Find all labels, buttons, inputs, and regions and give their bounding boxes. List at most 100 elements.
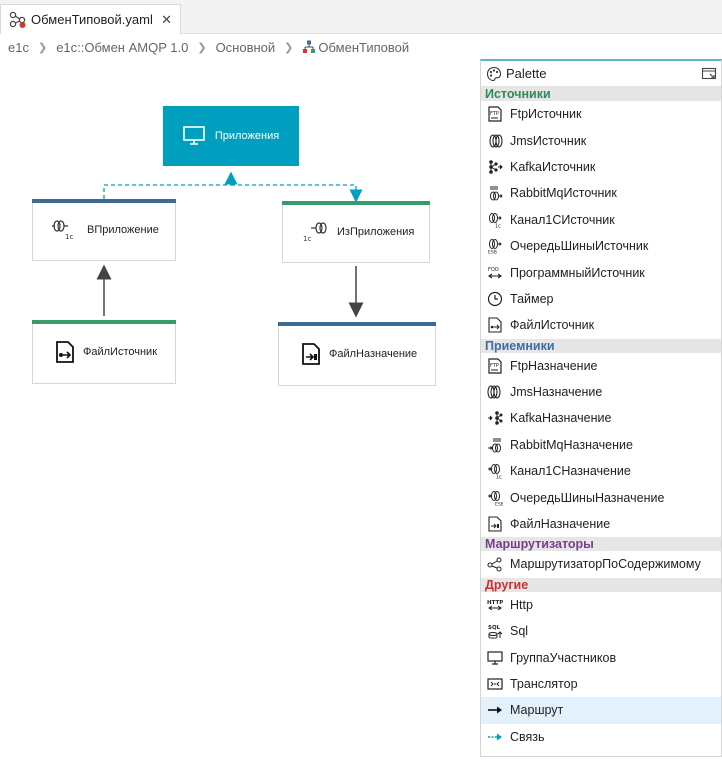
palette-item-label: FtpИсточник [510, 107, 582, 122]
palette-item-label: Маршрут [510, 703, 564, 718]
rabbitmq-icon [488, 437, 501, 453]
node-file-source[interactable]: ФайлИсточник [32, 320, 176, 384]
rabbitmq-icon [490, 186, 503, 201]
palette-item-label: Таймер [510, 291, 554, 306]
palette-item-label: ФайлИсточник [510, 318, 595, 333]
file-destination-icon [302, 343, 320, 365]
palette-header: Palette [481, 61, 721, 87]
palette-item-route[interactable]: Маршрут [481, 697, 721, 724]
channel-1c-icon: 1c [489, 212, 502, 228]
palette-item-label: KafkaИсточник [510, 159, 596, 174]
palette-item-http[interactable]: HTTP Http [481, 592, 721, 618]
svg-text:FTP: FTP [490, 363, 499, 369]
palette-item-kafka-destination[interactable]: KafkaНазначение [481, 405, 721, 431]
palette-item-ftp-source[interactable]: FTP FtpИсточник [481, 101, 721, 127]
palette-item-label: Канал1СНазначение [510, 464, 631, 479]
hide-palette-icon[interactable] [701, 66, 717, 82]
palette-item-file-source[interactable]: ФайлИсточник [481, 312, 721, 338]
palette-item-participants-group[interactable]: ГруппаУчастников [481, 644, 721, 670]
sql-icon: SQL [488, 625, 503, 639]
palette-item-ftp-destination[interactable]: FTP FtpНазначение [481, 353, 721, 379]
kafka-icon [488, 411, 503, 426]
monitor-icon [183, 126, 205, 145]
palette-item-label: ОчередьШиныНазначение [510, 490, 665, 505]
svg-text:FTP: FTP [490, 111, 499, 117]
svg-text:ESB: ESB [488, 250, 497, 255]
palette-item-translator[interactable]: Транслятор [481, 671, 721, 697]
palette-item-label: JmsИсточник [510, 133, 587, 148]
ftp-icon: FTP [488, 358, 502, 374]
palette-item-rabbitmq-source[interactable]: RabbitMqИсточник [481, 180, 721, 206]
node-label: Приложения [214, 130, 280, 142]
palette-category-sources[interactable]: Источники [481, 87, 721, 101]
file-source-icon [488, 317, 502, 333]
palette-item-label: ГруппаУчастников [510, 650, 617, 665]
palette-item-link[interactable]: Связь [481, 724, 721, 750]
node-label: ИзПриложения [337, 226, 415, 238]
palette-item-timer[interactable]: Таймер [481, 286, 721, 312]
node-applications[interactable]: Приложения [163, 106, 299, 166]
palette-item-1c-channel-destination[interactable]: 1c Канал1СНазначение [481, 458, 721, 484]
palette-item-label: ФайлНазначение [510, 517, 611, 532]
node-file-destination[interactable]: ФайлНазначение [278, 322, 436, 386]
palette-item-file-destination[interactable]: ФайлНазначение [481, 511, 721, 537]
palette-item-1c-channel-source[interactable]: 1c Канал1СИсточник [481, 207, 721, 233]
palette-category-other[interactable]: Другие [481, 577, 721, 592]
palette-item-jms-destination[interactable]: JmsНазначение [481, 379, 721, 405]
svg-text:HTTP: HTTP [487, 600, 503, 606]
http-icon: HTTP [487, 600, 503, 611]
node-label: ВПриложение [87, 224, 159, 236]
palette-item-label: Связь [510, 729, 545, 744]
esb-icon: ESB [488, 239, 502, 255]
esb-icon: ESB [488, 490, 503, 506]
jms-icon [487, 385, 501, 399]
channel-1c-icon: 1c [488, 464, 502, 480]
palette-item-program-source[interactable]: FOO ПрограммныйИсточник [481, 259, 721, 285]
channel-1c-icon: 1c [303, 222, 327, 243]
link-apps-to-out-app[interactable] [231, 184, 363, 203]
palette-item-label: Транслятор [510, 677, 578, 691]
palette-item-sql[interactable]: SQL Sql [481, 618, 721, 644]
node-in-app[interactable]: 1c ВПриложение [32, 199, 176, 261]
palette-item-rabbitmq-destination[interactable]: RabbitMqНазначение [481, 432, 721, 458]
translator-icon [487, 678, 503, 690]
palette-item-content-router[interactable]: МаршрутизаторПоСодержимому [481, 551, 721, 577]
route-arrow-icon [488, 706, 502, 714]
svg-text:SQL: SQL [488, 625, 501, 631]
channel-1c-icon: 1c [52, 220, 73, 241]
node-label: ФайлНазначение [329, 348, 418, 360]
palette-item-label: KafkaНазначение [510, 411, 612, 426]
palette-item-bus-queue-destination[interactable]: ESB ОчередьШиныНазначение [481, 484, 721, 510]
palette-item-label: МаршрутизаторПоСодержимому [510, 557, 701, 572]
monitor-icon [487, 651, 503, 665]
palette-item-label: ПрограммныйИсточник [510, 265, 645, 280]
file-source-icon [56, 341, 74, 363]
destination-bar [32, 199, 176, 203]
jms-icon [489, 134, 503, 148]
palette-item-label: RabbitMqНазначение [510, 437, 633, 452]
program-source-icon: FOO [488, 267, 502, 278]
ftp-icon: FTP [488, 106, 502, 122]
palette-panel: Palette Источники FTP FtpИсточник JmsИст… [480, 59, 722, 757]
palette-item-label: ОчередьШиныИсточник [510, 239, 649, 254]
palette-item-label: RabbitMqИсточник [510, 186, 617, 201]
svg-text:FOO: FOO [488, 267, 499, 273]
link-in-app-to-apps[interactable] [103, 171, 238, 199]
palette-item-jms-source[interactable]: JmsИсточник [481, 127, 721, 153]
node-label: ФайлИсточник [83, 346, 158, 358]
palette-category-routers[interactable]: Маршрутизаторы [481, 537, 721, 552]
router-icon [487, 557, 502, 572]
palette-item-label: Http [510, 597, 533, 612]
clock-icon [487, 291, 503, 307]
palette-item-label: Sql [510, 624, 529, 639]
palette-item-label: Канал1СИсточник [510, 212, 615, 227]
file-destination-icon [488, 516, 502, 532]
palette-category-destinations[interactable]: Приемники [481, 338, 721, 353]
source-bar [282, 201, 430, 205]
node-out-app[interactable]: 1c ИзПриложения [282, 201, 430, 263]
svg-text:ESB: ESB [495, 501, 503, 506]
svg-text:1c: 1c [496, 475, 502, 480]
palette-item-bus-queue-source[interactable]: ESB ОчередьШиныИсточник [481, 233, 721, 259]
palette-item-kafka-source[interactable]: KafkaИсточник [481, 154, 721, 180]
svg-text:1c: 1c [303, 235, 311, 243]
